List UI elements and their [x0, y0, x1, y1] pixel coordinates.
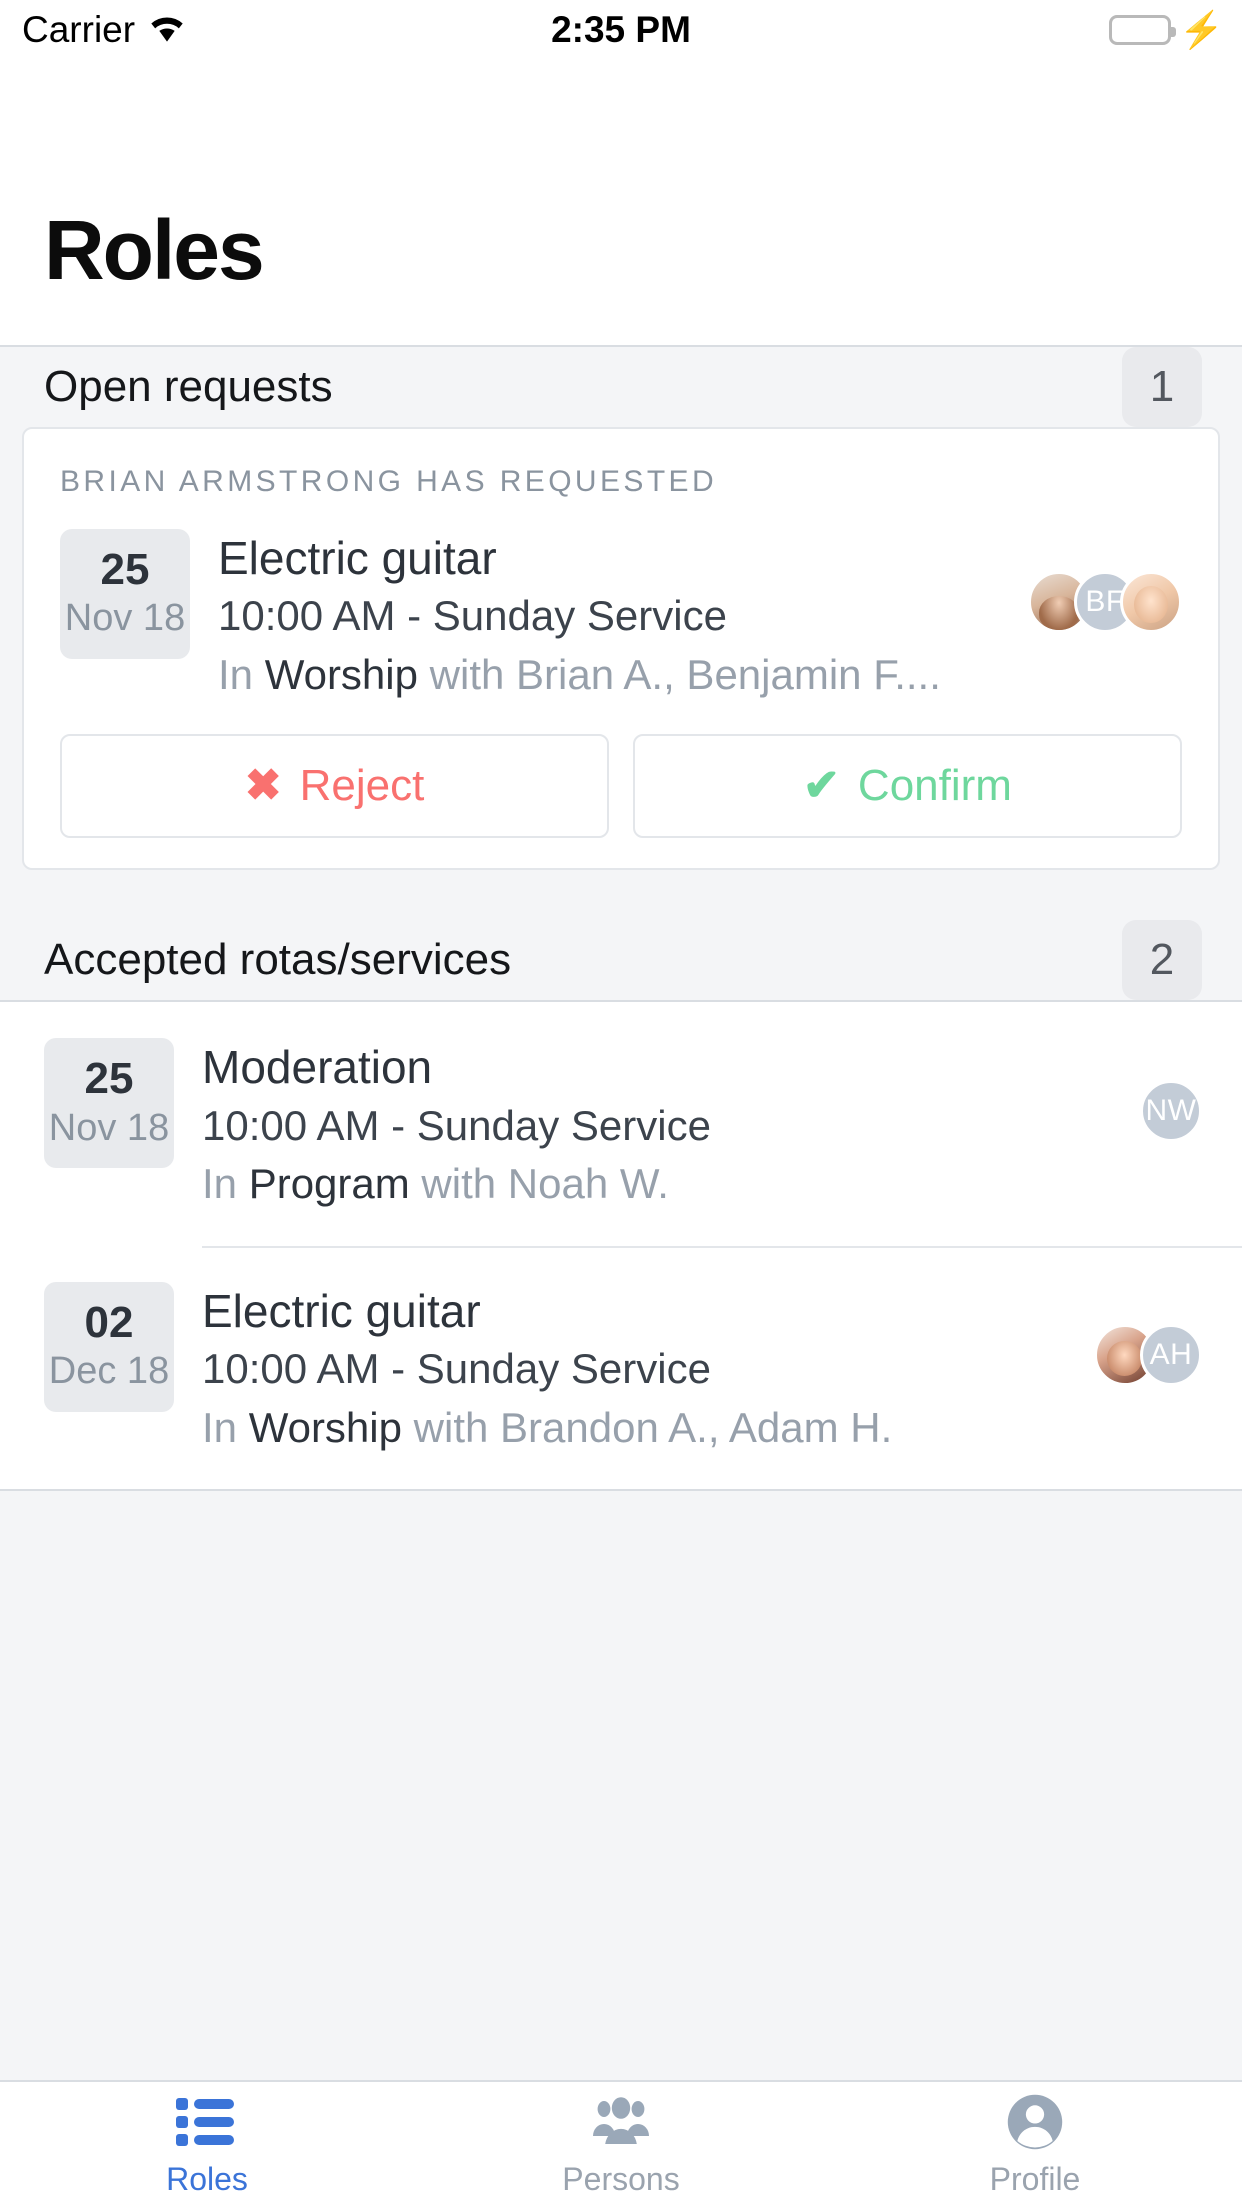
- row-date-box: 02 Dec 18: [44, 1281, 174, 1412]
- avatar: NW: [1140, 1080, 1202, 1143]
- row-team-people: In Worship with Brandon A., Adam H.: [202, 1401, 1084, 1456]
- reject-button-label: Reject: [299, 761, 425, 811]
- row-details: Electric guitar 10:00 AM - Sunday Servic…: [202, 1282, 1084, 1455]
- request-meta-prefix: In: [218, 650, 265, 698]
- open-requests-count-badge: 1: [1122, 347, 1202, 427]
- status-bar: Carrier 2:35 PM ⚡: [0, 0, 1242, 60]
- cross-icon: ✖: [244, 761, 282, 811]
- request-date-day: 25: [100, 545, 150, 594]
- request-date-box: 25 Nov 18: [60, 529, 190, 659]
- request-meta-team: Worship: [264, 650, 418, 698]
- section-title-open-requests: Open requests: [44, 362, 333, 411]
- row-meta-team: Program: [248, 1160, 410, 1208]
- empty-space: [0, 1491, 1242, 2080]
- battery-icon: [1109, 15, 1177, 45]
- section-header-accepted: Accepted rotas/services 2: [0, 920, 1242, 1001]
- request-details: Electric guitar 10:00 AM - Sunday Servic…: [218, 529, 1018, 702]
- request-entry: 25 Nov 18 Electric guitar 10:00 AM - Sun…: [60, 529, 1182, 702]
- row-date-day: 02: [84, 1297, 134, 1347]
- status-bar-time: 2:35 PM: [551, 9, 691, 50]
- request-actions: ✖ Reject ✔ Confirm: [60, 734, 1182, 839]
- content-scroll[interactable]: Open requests 1 Brian Armstrong has requ…: [0, 347, 1242, 2080]
- tab-label-profile: Profile: [989, 2160, 1081, 2197]
- tab-label-persons: Persons: [562, 2160, 680, 2197]
- row-role-title: Electric guitar: [202, 1284, 481, 1337]
- request-avatar-stack[interactable]: BF: [1028, 529, 1182, 633]
- row-date-month: Nov 18: [48, 1106, 170, 1149]
- row-time-service: 10:00 AM - Sunday Service: [202, 1345, 711, 1393]
- status-bar-right: ⚡: [1109, 12, 1224, 48]
- check-icon: ✔: [803, 761, 840, 811]
- row-time-service: 10:00 AM - Sunday Service: [202, 1101, 711, 1149]
- row-date-day: 25: [84, 1054, 134, 1104]
- tab-roles[interactable]: Roles: [0, 2082, 414, 2208]
- page-title: Roles: [44, 203, 265, 297]
- request-date-month: Nov 18: [64, 597, 186, 640]
- tab-profile[interactable]: Profile: [828, 2082, 1242, 2208]
- list-icon: [176, 2093, 238, 2151]
- row-meta-prefix: In: [202, 1403, 249, 1451]
- section-title-accepted: Accepted rotas/services: [44, 935, 512, 985]
- row-meta-team: Worship: [248, 1403, 402, 1451]
- request-meta-people: with Brian A., Benjamin F....: [417, 650, 941, 698]
- avatar: [1120, 571, 1182, 633]
- people-icon: [590, 2093, 652, 2151]
- accepted-list: 25 Nov 18 Moderation 10:00 AM - Sunday S…: [0, 1000, 1242, 1492]
- person-circle-icon: [1006, 2093, 1064, 2151]
- request-role-title: Electric guitar: [218, 532, 497, 584]
- row-avatar-stack[interactable]: AH: [1094, 1282, 1202, 1386]
- page-header: Roles: [0, 60, 1242, 347]
- row-details: Moderation 10:00 AM - Sunday Service In …: [202, 1038, 1130, 1211]
- open-request-card[interactable]: Brian Armstrong has requested 25 Nov 18 …: [22, 427, 1220, 871]
- row-meta-prefix: In: [202, 1160, 249, 1208]
- row-meta-people: with Brandon A., Adam H.: [401, 1403, 893, 1451]
- list-item[interactable]: 25 Nov 18 Moderation 10:00 AM - Sunday S…: [0, 1002, 1242, 1245]
- row-role-title: Moderation: [202, 1041, 433, 1094]
- request-kicker: Brian Armstrong has requested: [60, 465, 718, 498]
- row-meta-people: with Noah W.: [409, 1160, 669, 1208]
- list-item[interactable]: 02 Dec 18 Electric guitar 10:00 AM - Sun…: [0, 1245, 1242, 1489]
- tab-label-roles: Roles: [166, 2160, 248, 2197]
- row-team-people: In Program with Noah W.: [202, 1157, 1130, 1212]
- row-date-box: 25 Nov 18: [44, 1038, 174, 1169]
- bottom-tab-bar: Roles Persons Profile: [0, 2080, 1242, 2208]
- request-team-people: In Worship with Brian A., Benjamin F....: [218, 648, 1018, 703]
- app-screen: Carrier 2:35 PM ⚡ Roles Open requests 1 …: [0, 0, 1242, 2208]
- row-avatar-stack[interactable]: NW: [1140, 1038, 1202, 1143]
- row-date-month: Dec 18: [48, 1350, 170, 1393]
- confirm-button[interactable]: ✔ Confirm: [633, 734, 1182, 839]
- lightning-bolt-icon: ⚡: [1179, 9, 1224, 50]
- reject-button[interactable]: ✖ Reject: [60, 734, 609, 839]
- section-header-open-requests: Open requests 1: [0, 347, 1242, 427]
- tab-persons[interactable]: Persons: [414, 2082, 828, 2208]
- accepted-count-badge: 2: [1122, 920, 1202, 1001]
- avatar: AH: [1140, 1323, 1202, 1386]
- request-time-service: 10:00 AM - Sunday Service: [218, 592, 727, 640]
- confirm-button-label: Confirm: [857, 761, 1012, 811]
